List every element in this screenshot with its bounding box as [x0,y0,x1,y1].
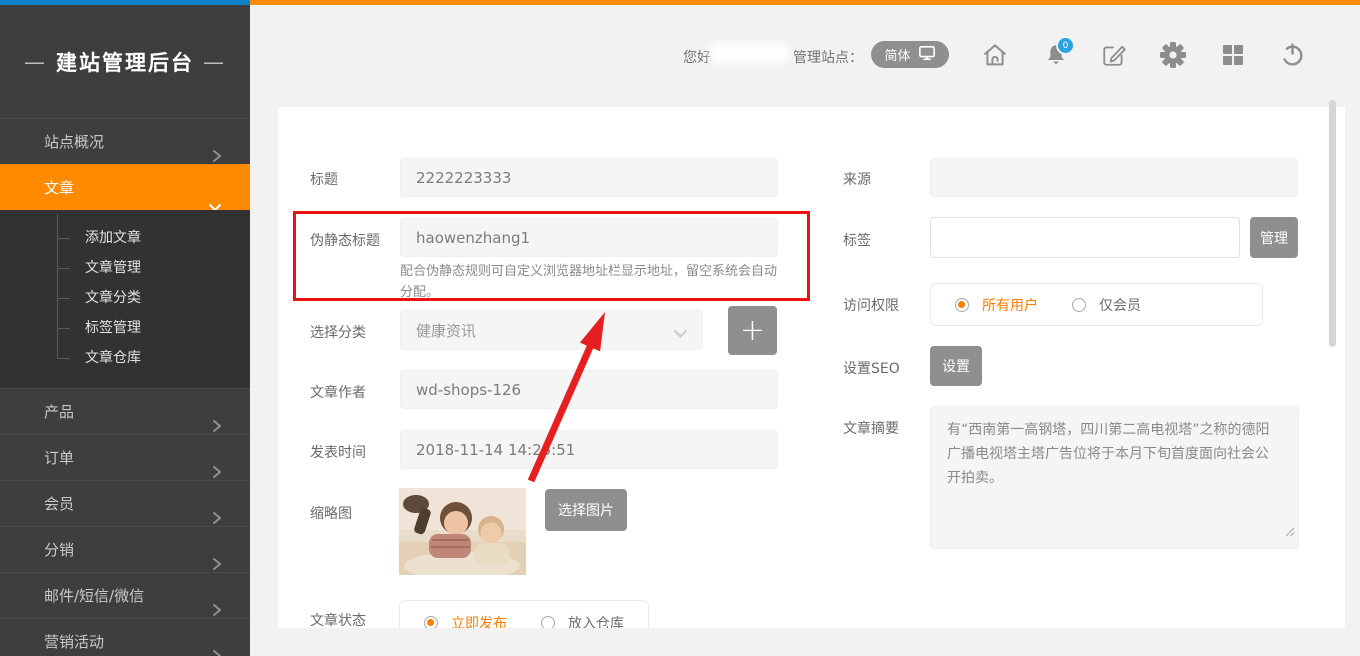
submenu-item-add-article[interactable]: 添加文章 [0,223,250,253]
sidebar-item-articles[interactable]: 文章 [0,164,250,210]
radio-label: 仅会员 [1099,295,1141,315]
sidebar-item-orders[interactable]: 订单 [0,434,250,480]
seo-settings-button[interactable]: 设置 [930,346,982,386]
monitor-icon [918,45,936,65]
tags-input[interactable] [930,217,1240,258]
plus-icon: + [740,313,765,348]
publish-time-input[interactable]: 2018-11-14 14:25:51 [400,430,778,469]
sidebar-item-label: 订单 [44,449,74,467]
sidebar-item-mail-sms-wechat[interactable]: 邮件/短信/微信 [0,572,250,618]
sidebar-item-label: 分销 [44,541,74,559]
manage-tags-button[interactable]: 管理 [1250,217,1298,258]
sidebar-item-label: 产品 [44,403,74,421]
seo-button-label: 设置 [942,356,970,376]
submenu-item-tag-manage[interactable]: 标签管理 [0,313,250,343]
title-label: 标题 [310,169,338,189]
sidebar-item-site-overview[interactable]: 站点概况 [0,118,250,164]
category-label: 选择分类 [310,322,366,342]
sidebar-item-marketing[interactable]: 营销活动 [0,618,250,656]
app-logo: — 建站管理后台 — [0,5,250,118]
notification-badge: 0 [1056,36,1075,55]
submenu-item-article-warehouse[interactable]: 文章仓库 [0,343,250,373]
source-input[interactable] [930,158,1298,197]
title-value: 2222223333 [416,169,511,187]
radio-label: 所有用户 [982,295,1038,315]
scrollbar-thumb[interactable] [1329,100,1336,347]
status-option-box: 立即发布 放入仓库 [399,600,649,628]
compose-edit-icon[interactable] [1101,42,1127,72]
logo-dash-right: — [203,50,226,74]
apps-grid-icon[interactable] [1221,43,1245,71]
article-edit-card: 标题 2222223333 伪静态标题 haowenzhang1 配合伪静态规则… [278,107,1345,628]
radio-label: 放入仓库 [568,613,624,628]
radio-label: 立即发布 [451,613,507,628]
sidebar-item-label: 会员 [44,495,74,513]
radio-members-only[interactable] [1072,298,1086,312]
sidebar-item-products[interactable]: 产品 [0,388,250,434]
category-select[interactable]: 健康资讯 [400,310,703,350]
access-label: 访问权限 [843,295,899,315]
summary-textarea[interactable]: 有“西南第一高钢塔，四川第二高电视塔”之称的德阳广播电视塔主塔广告位将于本月下旬… [930,406,1299,549]
author-input[interactable]: wd-shops-126 [400,370,778,409]
slug-value: haowenzhang1 [416,229,530,247]
slug-label: 伪静态标题 [310,230,380,250]
access-option-box: 所有用户 仅会员 [930,283,1263,326]
status-option-warehouse[interactable]: 放入仓库 [541,613,624,628]
submenu-item-article-manage[interactable]: 文章管理 [0,253,250,283]
publish-time-label: 发表时间 [310,442,366,462]
radio-to-warehouse[interactable] [541,616,555,628]
status-option-publish[interactable]: 立即发布 [424,613,507,628]
publish-time-value: 2018-11-14 14:25:51 [416,441,575,459]
logout-power-icon[interactable] [1279,41,1306,72]
title-input[interactable]: 2222223333 [400,158,778,197]
logo-dash-left: — [24,50,47,74]
username-redacted [708,43,790,63]
access-option-members-only[interactable]: 仅会员 [1072,295,1141,315]
sidebar-item-label: 营销活动 [44,633,104,651]
sidebar-item-label: 站点概况 [44,133,104,151]
home-icon[interactable] [981,41,1009,73]
status-label: 文章状态 [310,610,366,628]
topbar-orange-strip [250,0,1360,5]
chevron-down-icon [673,325,688,343]
source-label: 来源 [843,169,871,189]
manage-site-label: 管理站点： [793,47,863,67]
author-label: 文章作者 [310,382,366,402]
seo-label: 设置SEO [843,358,900,378]
choose-image-label: 选择图片 [558,500,614,520]
app-title: 建站管理后台 [56,47,194,77]
language-pill-label: 简体 [884,45,910,64]
submenu-item-article-category[interactable]: 文章分类 [0,283,250,313]
slug-help-text: 配合伪静态规则可自定义浏览器地址栏显示地址，留空系统会自动分配。 [400,261,784,304]
choose-image-button[interactable]: 选择图片 [545,489,627,531]
sidebar: — 建站管理后台 — 站点概况 文章 添加文章 文章管理 文章分类 标签管理 文… [0,5,250,656]
tags-label: 标签 [843,230,871,250]
radio-all-users[interactable] [955,298,969,312]
sidebar-item-label: 邮件/短信/微信 [44,587,144,605]
add-category-button[interactable]: + [728,306,777,355]
thumbnail-label: 缩略图 [310,503,352,523]
radio-publish-now[interactable] [424,616,438,628]
access-option-all-users[interactable]: 所有用户 [955,295,1038,315]
manage-tags-label: 管理 [1260,228,1288,248]
chevron-right-icon [212,635,222,656]
category-selected-value: 健康资讯 [416,320,476,341]
summary-label: 文章摘要 [843,418,899,438]
resize-handle-icon[interactable] [1285,521,1295,545]
sidebar-item-members[interactable]: 会员 [0,480,250,526]
settings-gear-icon[interactable] [1159,41,1187,73]
thumbnail-image[interactable] [399,488,526,579]
sidebar-item-distribution[interactable]: 分销 [0,526,250,572]
admin-app: — 建站管理后台 — 站点概况 文章 添加文章 文章管理 文章分类 标签管理 文… [0,0,1360,656]
author-value: wd-shops-126 [416,381,521,399]
language-site-pill[interactable]: 简体 [871,41,949,68]
sidebar-item-label: 文章 [44,179,74,197]
greeting-text: 您好 [683,47,711,67]
summary-value: 有“西南第一高钢塔，四川第二高电视塔”之称的德阳广播电视塔主塔广告位将于本月下旬… [947,422,1270,486]
slug-input[interactable]: haowenzhang1 [400,218,778,257]
articles-submenu: 添加文章 文章管理 文章分类 标签管理 文章仓库 [0,210,250,388]
